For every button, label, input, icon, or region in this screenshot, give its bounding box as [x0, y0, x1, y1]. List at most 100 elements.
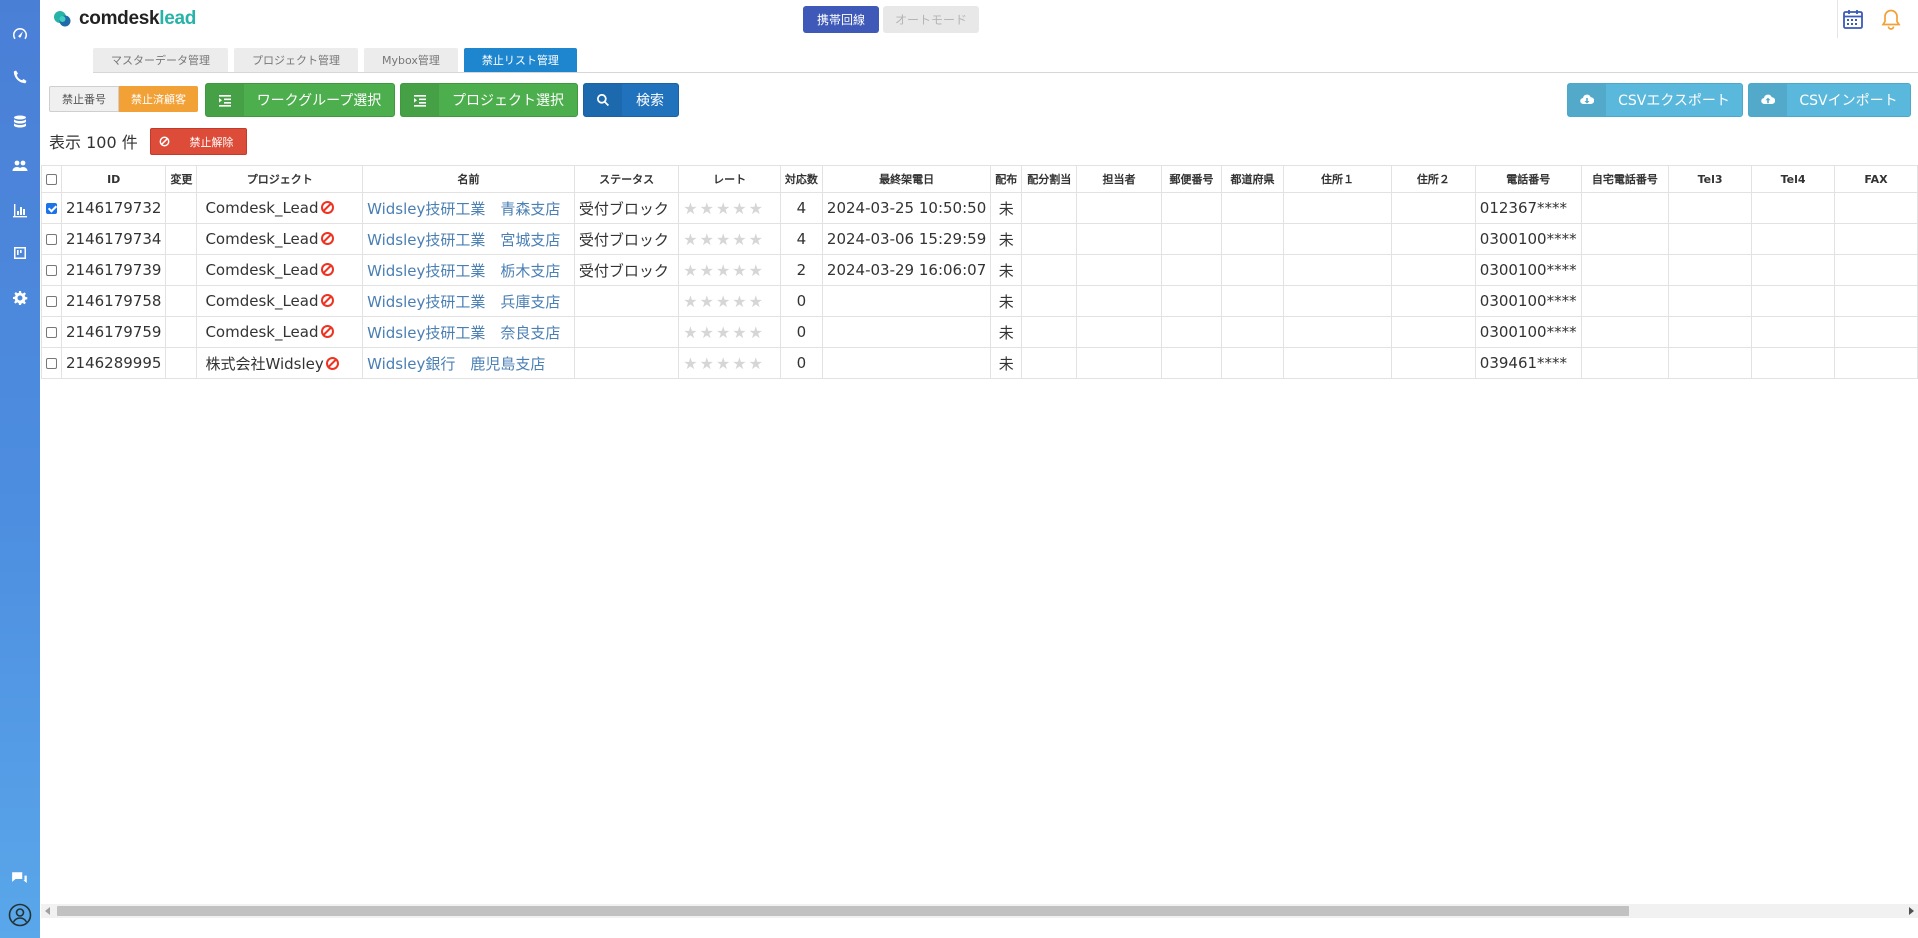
fax-cell	[1834, 223, 1918, 255]
name-link[interactable]: Widsley技研工業 栃木支店	[362, 254, 575, 286]
dashboard-icon[interactable]	[10, 24, 30, 44]
rating-cell[interactable]: ★★★★★	[678, 192, 781, 224]
table-row[interactable]: 2146179739 Comdesk_Lead Widsley技研工業 栃木支店 受付…	[41, 254, 1918, 286]
row-select-cell[interactable]	[41, 223, 62, 255]
scroll-left-arrow-icon[interactable]	[45, 907, 50, 915]
column-header[interactable]: 住所２	[1390, 165, 1476, 193]
column-header[interactable]: 変更	[165, 165, 198, 193]
postal-code-cell	[1160, 347, 1223, 379]
row-checkbox[interactable]	[46, 327, 57, 338]
row-checkbox[interactable]	[46, 234, 57, 245]
column-header[interactable]: 配分割当	[1021, 165, 1078, 193]
name-link[interactable]: Widsley技研工業 宮城支店	[362, 223, 575, 255]
calendar-icon[interactable]	[1842, 8, 1864, 30]
table-row[interactable]: 2146179734 Comdesk_Lead Widsley技研工業 宮城支店 受付…	[41, 223, 1918, 255]
bar-chart-icon[interactable]	[10, 200, 30, 220]
id-cell: 2146179734	[60, 223, 167, 255]
name-link[interactable]: Widsley技研工業 兵庫支店	[362, 285, 575, 317]
table-row[interactable]: 2146179758 Comdesk_Lead Widsley技研工業 兵庫支店 ★★…	[41, 285, 1918, 317]
row-select-cell[interactable]	[41, 254, 62, 286]
auto-mode-button[interactable]: オートモード	[883, 6, 979, 33]
change-cell[interactable]	[165, 316, 198, 348]
row-checkbox[interactable]	[46, 265, 57, 276]
column-header[interactable]: 電話番号	[1474, 165, 1582, 193]
rating-stars-icon[interactable]: ★★★★★	[683, 292, 765, 311]
board-icon[interactable]	[10, 243, 30, 263]
search-button[interactable]: 検索	[583, 83, 679, 117]
table-row[interactable]: 2146179732 Comdesk_Lead Widsley技研工業 青森支店 受付…	[41, 192, 1918, 224]
banned-customer-toggle[interactable]: 禁止済顧客	[119, 86, 198, 112]
rating-stars-icon[interactable]: ★★★★★	[683, 323, 765, 342]
name-link[interactable]: Widsley技研工業 奈良支店	[362, 316, 575, 348]
rating-stars-icon[interactable]: ★★★★★	[683, 261, 765, 280]
table-row[interactable]: 2146289995 株式会社Widsley Widsley銀行 鹿児島支店 ★★★★…	[41, 347, 1918, 379]
scrollbar-thumb[interactable]	[57, 906, 1629, 916]
tab-project[interactable]: プロジェクト管理	[234, 48, 358, 72]
mobile-line-button[interactable]: 携帯回線	[803, 6, 879, 33]
name-link[interactable]: Widsley技研工業 青森支店	[362, 192, 575, 224]
header-select-all[interactable]	[41, 165, 62, 193]
tab-mybox[interactable]: Mybox管理	[364, 48, 458, 72]
column-header[interactable]: レート	[678, 165, 781, 193]
csv-export-button[interactable]: CSVエクスポート	[1567, 83, 1743, 117]
csv-import-button[interactable]: CSVインポート	[1748, 83, 1911, 117]
column-header[interactable]: 名前	[362, 165, 575, 193]
change-cell[interactable]	[165, 347, 198, 379]
assignee-cell	[1076, 316, 1162, 348]
rating-stars-icon[interactable]: ★★★★★	[683, 354, 765, 373]
gear-icon[interactable]	[10, 288, 30, 308]
column-header[interactable]: Tel4	[1751, 165, 1836, 193]
column-header[interactable]: 住所１	[1282, 165, 1392, 193]
users-icon[interactable]	[10, 156, 30, 176]
select-all-checkbox[interactable]	[46, 174, 57, 185]
row-select-cell[interactable]	[41, 285, 62, 317]
column-header[interactable]: ID	[60, 165, 167, 193]
bell-icon[interactable]	[1880, 8, 1902, 30]
distribution-cell: 未	[990, 254, 1023, 286]
column-header[interactable]: 自宅電話番号	[1580, 165, 1670, 193]
rating-stars-icon[interactable]: ★★★★★	[683, 230, 765, 249]
rating-cell[interactable]: ★★★★★	[678, 316, 781, 348]
phone-icon[interactable]	[10, 67, 30, 87]
rating-cell[interactable]: ★★★★★	[678, 347, 781, 379]
column-header[interactable]: 担当者	[1076, 165, 1162, 193]
ban-icon	[320, 201, 334, 214]
column-header[interactable]: プロジェクト	[196, 165, 364, 193]
column-header[interactable]: 最終架電日	[821, 165, 992, 193]
column-header[interactable]: 配布	[990, 165, 1023, 193]
database-icon[interactable]	[10, 112, 30, 132]
scroll-right-arrow-icon[interactable]	[1909, 907, 1914, 915]
column-header[interactable]: 都道府県	[1221, 165, 1284, 193]
change-cell[interactable]	[165, 192, 198, 224]
rating-cell[interactable]: ★★★★★	[678, 223, 781, 255]
column-header[interactable]: FAX	[1834, 165, 1918, 193]
change-cell[interactable]	[165, 285, 198, 317]
table-row[interactable]: 2146179759 Comdesk_Lead Widsley技研工業 奈良支店 ★★…	[41, 316, 1918, 348]
chat-icon[interactable]	[8, 869, 32, 889]
tel3-cell	[1668, 223, 1753, 255]
row-checkbox[interactable]	[46, 296, 57, 307]
row-select-cell[interactable]	[41, 192, 62, 224]
row-select-cell[interactable]	[41, 316, 62, 348]
unban-button[interactable]: 禁止解除	[150, 128, 247, 155]
rating-stars-icon[interactable]: ★★★★★	[683, 199, 765, 218]
ban-number-toggle[interactable]: 禁止番号	[49, 86, 119, 112]
row-select-cell[interactable]	[41, 347, 62, 379]
row-checkbox[interactable]	[46, 358, 57, 369]
tab-ban-list[interactable]: 禁止リスト管理	[463, 48, 577, 72]
column-header[interactable]: 対応数	[779, 165, 823, 193]
row-checkbox[interactable]	[46, 203, 57, 214]
horizontal-scrollbar[interactable]	[41, 904, 1918, 918]
column-header[interactable]: ステータス	[573, 165, 680, 193]
rating-cell[interactable]: ★★★★★	[678, 254, 781, 286]
user-avatar-icon[interactable]	[7, 902, 33, 928]
project-select-button[interactable]: プロジェクト選択	[400, 83, 578, 117]
change-cell[interactable]	[165, 223, 198, 255]
tab-master-data[interactable]: マスターデータ管理	[93, 48, 228, 72]
workgroup-select-button[interactable]: ワークグループ選択	[205, 83, 395, 117]
change-cell[interactable]	[165, 254, 198, 286]
column-header[interactable]: Tel3	[1668, 165, 1753, 193]
column-header[interactable]: 郵便番号	[1160, 165, 1223, 193]
name-link[interactable]: Widsley銀行 鹿児島支店	[362, 347, 575, 379]
rating-cell[interactable]: ★★★★★	[678, 285, 781, 317]
